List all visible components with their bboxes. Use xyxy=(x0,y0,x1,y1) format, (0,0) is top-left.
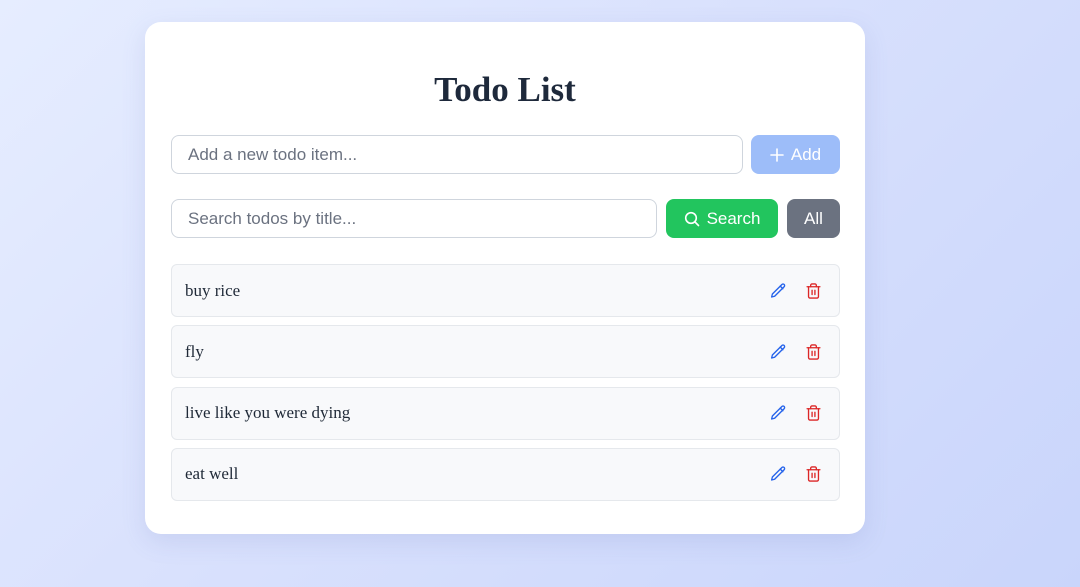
todo-title: live like you were dying xyxy=(185,403,351,423)
all-button-label: All xyxy=(804,208,823,228)
search-icon xyxy=(684,211,700,227)
pencil-icon[interactable] xyxy=(768,403,788,423)
page-title: Todo List xyxy=(434,70,576,109)
todo-title: eat well xyxy=(185,464,239,484)
pencil-icon[interactable] xyxy=(768,342,788,362)
todo-item: live like you were dying xyxy=(171,386,840,440)
add-button[interactable]: Add xyxy=(751,135,840,174)
pencil-icon[interactable] xyxy=(768,464,788,484)
search-input[interactable] xyxy=(171,199,657,238)
todo-item: eat well xyxy=(171,447,840,501)
all-button[interactable]: All xyxy=(787,199,840,238)
trash-icon[interactable] xyxy=(803,464,823,484)
search-button[interactable]: Search xyxy=(666,199,778,238)
pencil-icon[interactable] xyxy=(768,281,788,301)
new-todo-input[interactable] xyxy=(171,135,743,174)
trash-icon[interactable] xyxy=(803,281,823,301)
todo-card: Todo List Add Search All buy rice xyxy=(145,22,865,534)
todo-title: buy rice xyxy=(185,280,241,300)
todo-list: buy rice fly live like you were dying ea… xyxy=(171,264,840,509)
search-button-label: Search xyxy=(706,208,761,228)
add-button-label: Add xyxy=(790,144,822,164)
plus-icon xyxy=(770,147,784,162)
todo-item: buy rice xyxy=(171,264,840,317)
trash-icon[interactable] xyxy=(803,403,823,423)
todo-title: fly xyxy=(185,341,204,361)
todo-item: fly xyxy=(171,325,840,379)
trash-icon[interactable] xyxy=(803,342,823,362)
